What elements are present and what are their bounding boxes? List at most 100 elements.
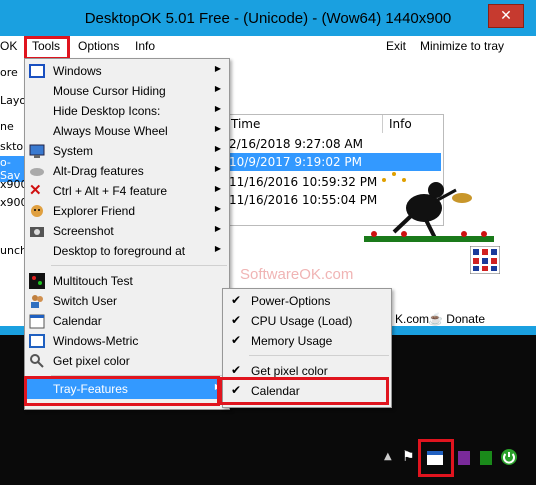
menu-item-mouse-cursor-hiding[interactable]: Mouse Cursor Hiding ▶	[25, 81, 229, 101]
row-time: 2/16/2018 9:27:08 AM	[229, 137, 363, 151]
submenu-item-label: Power-Options	[251, 294, 331, 308]
submenu-item-label: Get pixel color	[251, 364, 328, 378]
menu-item-ctrl-alt-f4[interactable]: ✕ Ctrl + Alt + F4 feature ▶	[25, 181, 229, 201]
submenu-item-power-options[interactable]: ✔ Power-Options	[223, 291, 391, 311]
left-label: unch	[0, 244, 27, 257]
menu-item-screenshot[interactable]: Screenshot ▶	[25, 221, 229, 241]
menu-item-windows[interactable]: Windows ▶	[25, 61, 229, 81]
menu-item-label: Always Mouse Wheel	[53, 124, 168, 138]
table-row[interactable]: 2/16/2018 9:27:08 AM	[229, 135, 441, 153]
tray-features-submenu: ✔ Power-Options ✔ CPU Usage (Load) ✔ Mem…	[222, 288, 392, 408]
menu-info[interactable]: Info	[135, 39, 155, 53]
chevron-right-icon: ▶	[214, 124, 221, 133]
close-button[interactable]: ✕	[488, 4, 524, 28]
submenu-item-calendar[interactable]: ✔ Calendar	[223, 381, 391, 401]
explorer-icon	[29, 203, 45, 219]
menu-item-always-mouse-wheel[interactable]: Always Mouse Wheel ▶	[25, 121, 229, 141]
submenu-item-cpu-usage[interactable]: ✔ CPU Usage (Load)	[223, 311, 391, 331]
menu-separator	[51, 265, 227, 266]
menu-item-get-pixel-color[interactable]: Get pixel color	[25, 351, 229, 371]
row-time: 10/9/2017 9:19:02 PM	[229, 155, 363, 169]
power-options-icon[interactable]	[500, 448, 518, 466]
row-time: 11/16/2016 10:55:04 PM	[229, 193, 378, 207]
chevron-right-icon: ▶	[214, 244, 221, 253]
menu-item-switch-user[interactable]: Switch User	[25, 291, 229, 311]
menu-item-label: Mouse Cursor Hiding	[53, 84, 166, 98]
menu-minimize-to-tray[interactable]: Minimize to tray	[420, 39, 504, 53]
menu-item-label: Screenshot	[53, 224, 114, 238]
menu-item-label: System	[53, 144, 94, 158]
menu-bar: OK Tools Options Info Exit Minimize to t…	[0, 36, 536, 58]
menu-item-label: Alt-Drag features	[53, 164, 144, 178]
calendar-icon	[29, 313, 45, 329]
checkmark-icon: ✔	[231, 293, 242, 307]
checkmark-icon: ✔	[231, 383, 242, 397]
menu-item-label: Ctrl + Alt + F4 feature	[53, 184, 168, 198]
window-title: DesktopOK 5.01 Free - (Unicode) - (Wow64…	[84, 10, 452, 27]
left-label: ne	[0, 120, 14, 133]
submenu-item-label: Calendar	[251, 384, 300, 398]
cpu-usage-icon[interactable]	[480, 451, 492, 465]
magnifier-icon	[29, 353, 45, 369]
menu-item-calendar[interactable]: Calendar	[25, 311, 229, 331]
close-icon: ✕	[500, 8, 512, 24]
menu-item-alt-drag[interactable]: Alt-Drag features ▶	[25, 161, 229, 181]
chevron-right-icon: ▶	[214, 224, 221, 233]
menu-options[interactable]: Options	[78, 39, 119, 53]
menu-item-label: Get pixel color	[53, 354, 130, 368]
chevron-right-icon: ▶	[214, 104, 221, 113]
submenu-item-label: Memory Usage	[251, 334, 333, 348]
menu-item-windows-metric[interactable]: Windows-Metric	[25, 331, 229, 351]
title-bar[interactable]: DesktopOK 5.01 Free - (Unicode) - (Wow64…	[0, 0, 536, 38]
menu-item-tray-features[interactable]: Tray-Features ▶	[25, 379, 229, 399]
user-icon	[29, 293, 45, 309]
column-header-info[interactable]: Info	[389, 117, 412, 131]
window-icon	[29, 63, 45, 79]
menu-item-hide-desktop-icons[interactable]: Hide Desktop Icons: ▶	[25, 101, 229, 121]
menu-item-label: Desktop to foreground at	[53, 244, 186, 258]
submenu-item-get-pixel-color[interactable]: ✔ Get pixel color	[223, 361, 391, 381]
multitouch-icon	[29, 273, 45, 289]
chevron-up-icon[interactable]: ▲	[384, 451, 392, 462]
desktopok-logo-icon	[470, 246, 500, 274]
website-link[interactable]: K.com	[395, 312, 429, 326]
close-x-icon: ✕	[29, 182, 42, 199]
donate-label: Donate	[446, 312, 485, 326]
tools-dropdown-menu: Windows ▶ Mouse Cursor Hiding ▶ Hide Deskt…	[24, 58, 230, 410]
chevron-right-icon: ▶	[214, 84, 221, 93]
system-icon	[29, 143, 45, 159]
submenu-item-memory-usage[interactable]: ✔ Memory Usage	[223, 331, 391, 351]
menu-item-explorer-friend[interactable]: Explorer Friend ▶	[25, 201, 229, 221]
calendar-tray-icon[interactable]	[426, 449, 444, 467]
menu-separator	[249, 355, 389, 356]
column-header-time[interactable]: Time	[231, 117, 260, 131]
menu-separator	[51, 375, 227, 376]
drag-icon	[29, 163, 45, 179]
menu-item-desktop-to-foreground[interactable]: Desktop to foreground at ▶	[25, 241, 229, 261]
chevron-right-icon: ▶	[214, 204, 221, 213]
menu-item-label: Hide Desktop Icons:	[53, 104, 161, 118]
menu-ok-partial[interactable]: OK	[0, 39, 17, 53]
menu-item-system[interactable]: System ▶	[25, 141, 229, 161]
flag-icon[interactable]: ⚑	[402, 449, 415, 465]
left-panel: ore Layou ne sktop o-Sav x900 x900 unch	[0, 58, 33, 258]
checkmark-icon: ✔	[231, 313, 242, 327]
checkmark-icon: ✔	[231, 333, 242, 347]
memory-usage-icon[interactable]	[458, 451, 470, 465]
camera-icon	[29, 223, 45, 239]
donate-link[interactable]: ☕ Donate	[428, 312, 485, 326]
menu-item-label: Multitouch Test	[53, 274, 133, 288]
menu-item-label: Tray-Features	[53, 382, 128, 396]
chevron-right-icon: ▶	[214, 64, 221, 73]
menu-item-multitouch-test[interactable]: Multitouch Test	[25, 271, 229, 291]
menu-exit[interactable]: Exit	[386, 39, 406, 53]
coffee-icon: ☕	[428, 312, 443, 326]
chevron-right-icon: ▶	[214, 164, 221, 173]
watermark: SoftwareOK.com	[240, 266, 354, 283]
menu-tools[interactable]: Tools	[32, 39, 60, 53]
metric-icon	[29, 333, 45, 349]
chevron-right-icon: ▶	[214, 382, 221, 391]
mascot-illustration	[364, 172, 494, 242]
menu-item-label: Windows-Metric	[53, 334, 139, 348]
system-tray: ▲ ⚑	[380, 439, 536, 477]
